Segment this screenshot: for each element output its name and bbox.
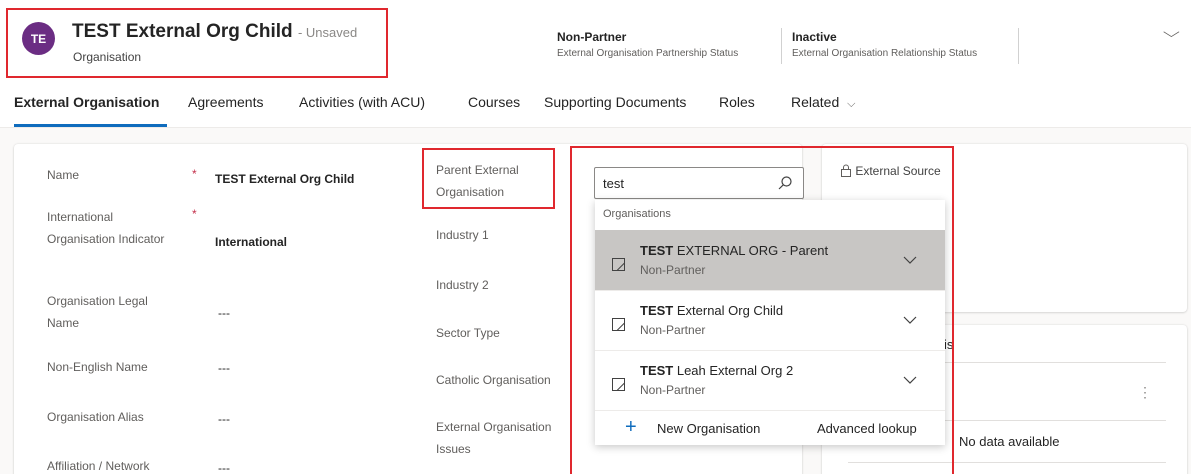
tab-bar: External Organisation Agreements Activit…	[0, 80, 1191, 128]
field-value-international-indicator[interactable]: International	[215, 235, 287, 249]
relationship-status-value: Inactive	[792, 30, 837, 44]
no-data-message: No data available	[959, 434, 1060, 449]
field-label-international-indicator: International Organisation Indicator	[47, 210, 165, 246]
field-label-name: Name	[47, 168, 80, 182]
tab-agreements[interactable]: Agreements	[188, 94, 263, 110]
tab-external-organisation[interactable]: External Organisation	[14, 94, 159, 110]
field-label-industry-2: Industry 2	[436, 278, 489, 292]
tab-related[interactable]: Related ⌵	[791, 94, 856, 111]
more-options-icon[interactable]: ⋮	[1138, 385, 1152, 399]
chevron-down-icon[interactable]: ⌵	[1163, 24, 1180, 41]
tab-supporting-documents[interactable]: Supporting Documents	[544, 94, 686, 110]
field-label-organisation-alias: Organisation Alias	[47, 410, 144, 424]
required-indicator: *	[192, 207, 197, 221]
tab-activities[interactable]: Activities (with ACU)	[299, 94, 425, 110]
partnership-status: Non-Partner External Organisation Partne…	[557, 30, 738, 59]
highlight-box	[570, 146, 954, 474]
field-label-catholic-organisation: Catholic Organisation	[436, 373, 551, 387]
field-value-non-english-name[interactable]: ---	[218, 361, 230, 375]
tab-roles[interactable]: Roles	[719, 94, 755, 110]
tab-related-label: Related	[791, 94, 840, 110]
field-value-affiliation[interactable]: ---	[218, 461, 230, 474]
relationship-status-label: External Organisation Relationship Statu…	[792, 48, 978, 59]
chevron-down-icon: ⌵	[847, 98, 856, 110]
highlight-box	[6, 8, 388, 78]
field-value-name[interactable]: TEST External Org Child	[215, 172, 354, 186]
required-indicator: *	[192, 167, 197, 181]
field-label-non-english-name: Non-English Name	[47, 360, 148, 374]
header-divider	[1018, 28, 1019, 64]
field-label-industry-1: Industry 1	[436, 228, 489, 242]
highlight-box	[422, 148, 555, 209]
active-tab-indicator	[14, 124, 167, 127]
field-value-organisation-alias[interactable]: ---	[218, 412, 230, 426]
partnership-status-label: External Organisation Partnership Status	[557, 48, 739, 59]
header-divider	[781, 28, 782, 64]
field-label-external-organisation-issues: External Organisation Issues	[436, 420, 552, 456]
field-label-sector-type: Sector Type	[436, 326, 500, 340]
field-value-legal-name[interactable]: ---	[218, 306, 230, 320]
tab-courses[interactable]: Courses	[468, 94, 520, 110]
field-label-legal-name: Organisation Legal Name	[47, 294, 148, 330]
partnership-status-value: Non-Partner	[557, 30, 627, 44]
relationship-status: Inactive External Organisation Relations…	[792, 30, 977, 59]
field-label-affiliation: Affiliation / Network	[47, 459, 150, 473]
